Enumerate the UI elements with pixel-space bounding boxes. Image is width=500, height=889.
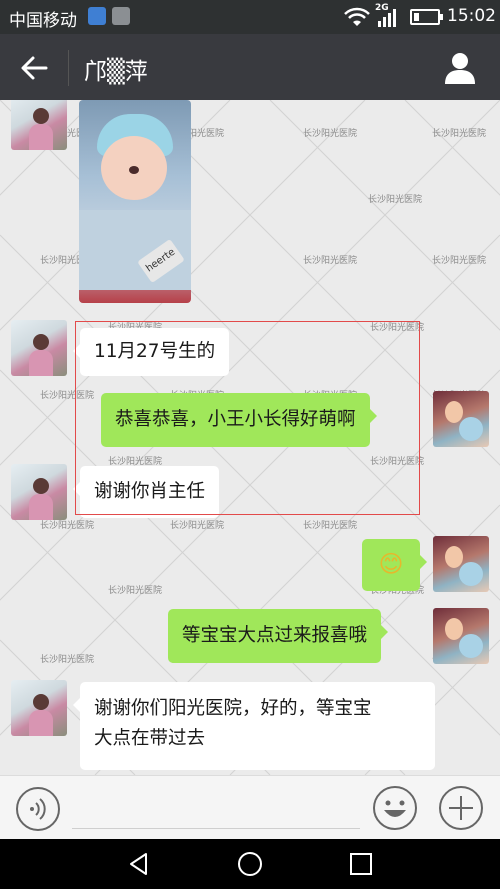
system-navigation-bar — [0, 839, 500, 889]
watermark-text: 长沙阳光医院 — [108, 586, 163, 596]
contact-avatar[interactable] — [11, 680, 67, 736]
message-input-field[interactable] — [72, 828, 360, 829]
watermark-text: 长沙阳光医院 — [432, 129, 487, 139]
smile-emoji: 😊 — [378, 550, 404, 578]
watermark-text: 长沙阳光医院 — [40, 655, 95, 665]
header-divider — [68, 50, 69, 86]
back-arrow-icon[interactable] — [18, 52, 50, 84]
message-text-line: 大点在带过去 — [94, 728, 206, 749]
chat-header: 邝▒萍 — [0, 34, 500, 100]
system-back-icon[interactable] — [126, 851, 152, 877]
message-input-bar — [0, 775, 500, 839]
emoji-picker-icon[interactable] — [371, 784, 419, 832]
outgoing-emoji-bubble[interactable]: 😊 — [362, 539, 427, 591]
system-home-icon[interactable] — [236, 850, 264, 878]
contact-profile-icon[interactable] — [440, 48, 480, 88]
chat-title: 邝▒萍 — [84, 59, 148, 85]
status-bar: 中国移动 2G 15:02 — [0, 0, 500, 34]
wifi-icon — [344, 7, 370, 26]
outgoing-message-bubble[interactable]: 等宝宝大点过来报喜哦 — [168, 609, 389, 663]
watermark-text: 长沙阳光医院 — [368, 195, 423, 205]
watermark-text: 长沙阳光医院 — [303, 256, 358, 266]
contact-avatar[interactable] — [11, 464, 67, 520]
system-recent-apps-icon[interactable] — [348, 851, 374, 877]
my-avatar[interactable] — [433, 608, 489, 664]
battery-icon — [410, 9, 443, 25]
contact-avatar[interactable] — [11, 100, 67, 150]
message-text-line: 谢谢你们阳光医院，好的，等宝宝 — [94, 698, 372, 719]
watermark-text: 长沙阳光医院 — [170, 521, 225, 531]
incoming-message-bubble[interactable]: 谢谢你们阳光医院，好的，等宝宝 大点在带过去 — [73, 682, 435, 770]
chat-message-list[interactable]: 长沙阳光医院 长沙阳光医院 长沙阳光医院 长沙阳光医院 长沙阳光医院 长沙阳光医… — [0, 100, 500, 775]
my-avatar[interactable] — [433, 536, 489, 592]
carrier-name: 中国移动 — [9, 11, 77, 31]
notification-image-icon — [112, 7, 130, 25]
image-message[interactable]: heerte — [79, 100, 191, 303]
cat-nose-sticker — [129, 166, 139, 174]
status-time: 15:02 — [447, 6, 496, 26]
voice-input-icon[interactable] — [15, 786, 61, 832]
watermark-text: 长沙阳光医院 — [303, 129, 358, 139]
highlight-annotation-box — [75, 321, 420, 515]
watermark-text: 长沙阳光医院 — [432, 256, 487, 266]
contact-avatar[interactable] — [11, 320, 67, 376]
signal-strength-icon — [378, 9, 396, 27]
my-avatar[interactable] — [433, 391, 489, 447]
notification-app-icon — [88, 7, 106, 25]
watermark-text: 长沙阳光医院 — [303, 521, 358, 531]
more-options-plus-icon[interactable] — [438, 785, 484, 831]
message-text: 等宝宝大点过来报喜哦 — [182, 625, 368, 646]
